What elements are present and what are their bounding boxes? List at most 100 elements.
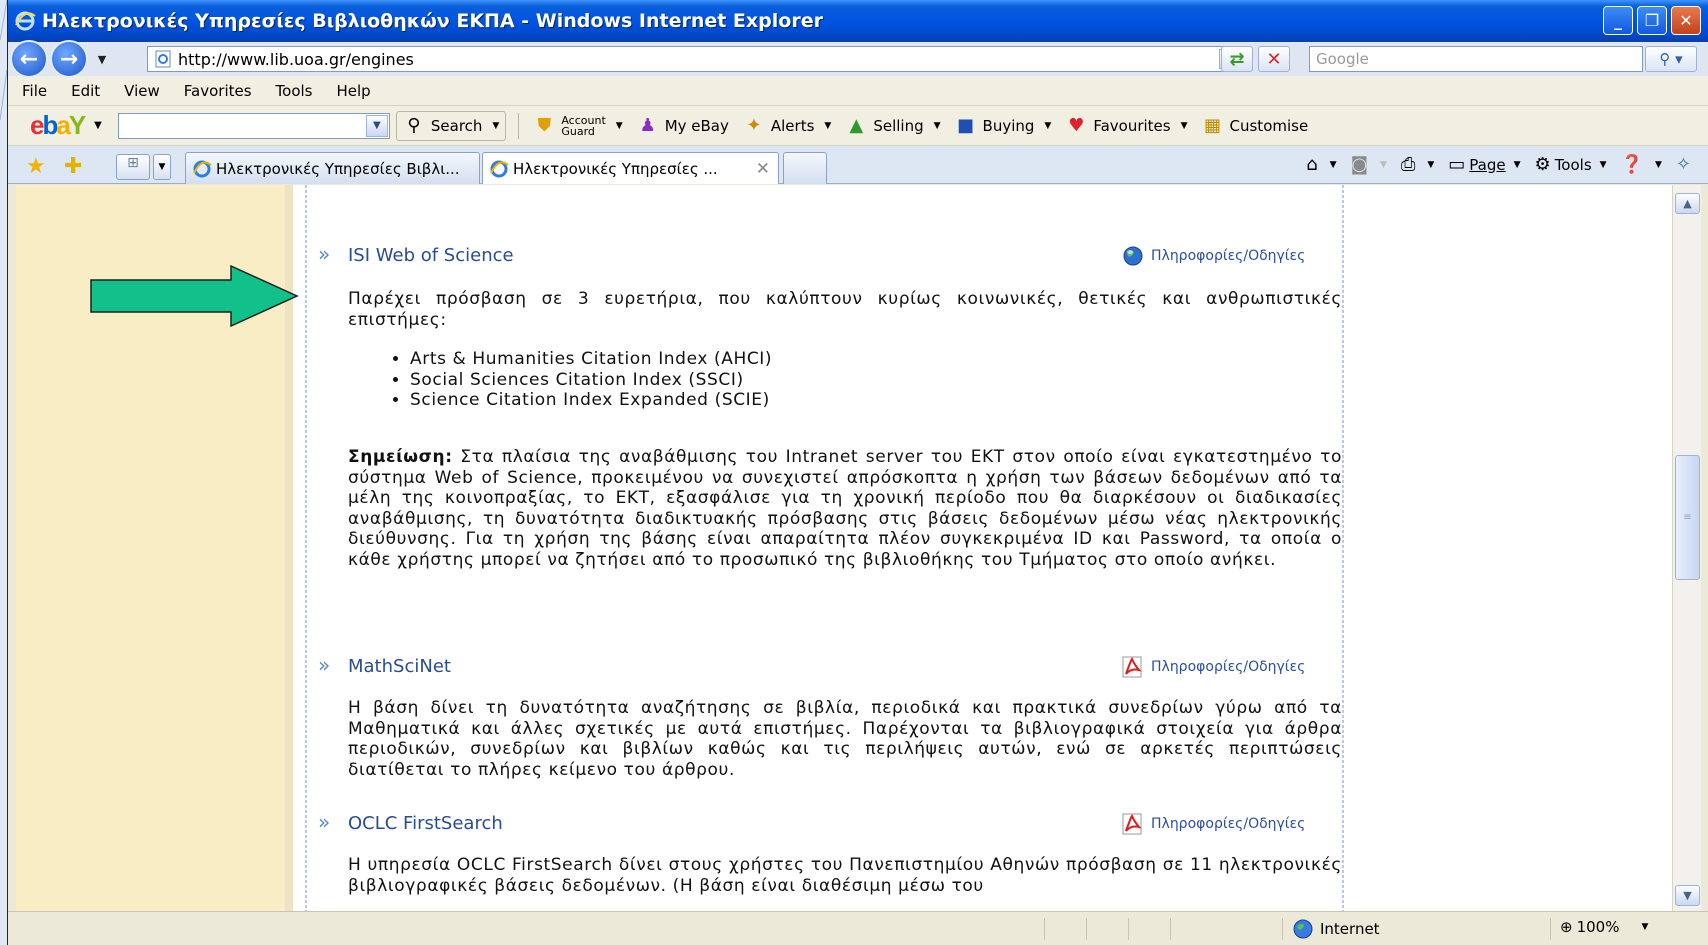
ebay-search-input[interactable]: ▼ (117, 112, 390, 139)
search-input[interactable]: Google (1309, 46, 1643, 72)
ie-page-icon (193, 160, 212, 177)
bell-icon: ✦ (746, 115, 762, 136)
isi-intro-text: Παρέχει πρόσβαση σε 3 ευρετήρια, που καλ… (348, 289, 1342, 330)
slide-edge (0, 0, 7, 945)
customise-icon: ▦ (1204, 115, 1222, 136)
url-text[interactable]: http://www.lib.uoa.gr/engines (178, 50, 414, 69)
zoom-dropdown[interactable]: ▼ (1641, 922, 1648, 932)
refresh-icon: ⇄ (1229, 48, 1245, 70)
page-menu-button[interactable]: ▭ Page ▼ (1448, 154, 1520, 175)
grid-icon: ⊞ (127, 155, 139, 171)
forward-arrow-icon: → (59, 46, 79, 72)
oclc-info-link[interactable]: Πληροφορίες/Οδηγίες (1121, 813, 1305, 835)
scroll-down-button[interactable]: ▼ (1675, 885, 1700, 906)
stop-button[interactable]: ✕ (1258, 46, 1290, 72)
mathscinet-description: Η βάση δίνει τη δυνατότητα αναζήτησης σε… (348, 698, 1342, 780)
chevron-up-icon: ▲ (1683, 197, 1692, 210)
chevron-right-icon: » (318, 242, 331, 266)
ebay-toolbar: ebaY ▼ ▼ ⚲ Search ▼ ⛊ Account Guard ▼ ♟ M… (8, 106, 1708, 146)
history-dropdown[interactable]: ▼ (94, 53, 110, 66)
tab-library-services-2[interactable]: Ηλεκτρονικές Υπηρεσίες ... ✕ (482, 152, 779, 184)
toolbar-separator (518, 112, 520, 139)
tab-list-dropdown[interactable]: ▼ (153, 154, 171, 180)
favorites-center-icon[interactable]: ★ (26, 154, 46, 179)
menu-view[interactable]: View (124, 82, 160, 100)
ebay-search-button[interactable]: ⚲ Search ▼ (395, 110, 507, 141)
ie-page-icon (490, 160, 509, 177)
alerts-button[interactable]: ✦ Alerts ▼ (743, 115, 831, 137)
address-bar[interactable]: http://www.lib.uoa.gr/engines ▼ (147, 46, 1244, 72)
close-tab-icon[interactable]: ✕ (756, 159, 770, 179)
security-zone[interactable]: Internet (1292, 918, 1380, 940)
ebay-logo[interactable]: ebaY (30, 110, 86, 141)
back-arrow-icon: ← (19, 46, 39, 72)
menu-favorites[interactable]: Favorites (184, 82, 252, 100)
selling-button[interactable]: ▲ Selling ▼ (845, 115, 940, 137)
back-button[interactable]: ← (10, 40, 48, 78)
magnifier-icon: ⚲ ▾ (1659, 50, 1683, 68)
menu-tools[interactable]: Tools (276, 82, 313, 100)
stop-icon: ✕ (1266, 48, 1282, 70)
feeds-button[interactable]: ◙ ▼ (1351, 154, 1387, 175)
menu-file[interactable]: File (22, 82, 47, 100)
mathscinet-info-link[interactable]: Πληροφορίες/Οδηγίες (1121, 656, 1305, 678)
content-left-border (305, 185, 307, 911)
quick-tabs-button[interactable]: ⊞ (116, 154, 150, 180)
gear-icon: ⚙ (1534, 154, 1551, 175)
rss-icon: ◙ (1350, 154, 1369, 175)
account-guard-button[interactable]: ⛊ Account Guard ▼ (533, 115, 623, 137)
add-favorites-icon[interactable]: ✚ (64, 154, 82, 179)
oclc-firstsearch-link[interactable]: OCLC FirstSearch (348, 813, 503, 834)
pdf-icon (1122, 656, 1142, 678)
status-bar: Internet ⊕ 100% ▼ (8, 911, 1708, 945)
mathscinet-link[interactable]: MathSciNet (348, 656, 451, 677)
chevron-right-icon: » (318, 653, 331, 677)
shield-icon: ⛊ (537, 115, 552, 136)
isi-info-link[interactable]: Πληροφορίες/Οδηγίες (1121, 245, 1305, 267)
tab-library-services-1[interactable]: Ηλεκτρονικές Υπηρεσίες Βιβλι... (185, 152, 480, 184)
scroll-thumb[interactable]: ≡ (1675, 455, 1700, 580)
ie-logo-icon (15, 11, 36, 31)
heart-icon: ♥ (1068, 115, 1085, 136)
list-item: Social Sciences Citation Index (SSCI) (410, 370, 772, 391)
zoom-level[interactable]: ⊕ 100% ▼ (1560, 918, 1648, 936)
vertical-scrollbar[interactable]: ▲ ≡ ▼ (1672, 185, 1701, 911)
home-button[interactable]: ⌂ ▼ (1306, 154, 1336, 175)
forward-button[interactable]: → (50, 40, 88, 78)
ie-window: Ηλεκτρονικές Υπηρεσίες Βιβλιοθηκών ΕΚΠΑ … (7, 0, 1708, 945)
chevron-down-icon: ▼ (1683, 889, 1692, 902)
selling-bag-icon: ▲ (849, 115, 864, 136)
address-row: ← → ▼ http://www.lib.uoa.gr/engines ▼ ⇄ … (8, 40, 1708, 78)
menu-edit[interactable]: Edit (71, 82, 100, 100)
search-go-button[interactable]: ⚲ ▾ (1645, 46, 1697, 72)
restore-button[interactable]: ❐ (1637, 6, 1667, 35)
page-icon (155, 50, 171, 68)
magnifier-icon: ⚲ (407, 115, 421, 136)
close-button[interactable]: ✕ (1671, 6, 1701, 35)
refresh-button[interactable]: ⇄ (1221, 46, 1253, 72)
command-bar: ⌂ ▼ ◙ ▼ ⎙ ▼ ▭ Page ▼ ⚙ Tools ▼ ❓ ▼ ✧ (1296, 154, 1695, 175)
new-tab-button[interactable] (783, 152, 827, 184)
print-button[interactable]: ⎙ ▼ (1401, 154, 1434, 175)
tools-menu-button[interactable]: ⚙ Tools ▼ (1535, 154, 1607, 175)
oclc-description: Η υπηρεσία OCLC FirstSearch δίνει στους … (348, 855, 1342, 896)
isi-web-of-science-link[interactable]: ISI Web of Science (348, 245, 514, 266)
customise-button[interactable]: ▦ Customise (1202, 115, 1308, 137)
isi-note-text: Σημείωση: Στα πλαίσια της αναβάθμισης το… (348, 447, 1342, 570)
help-button[interactable]: ❓ ▼ (1621, 154, 1662, 175)
my-ebay-button[interactable]: ♟ My eBay (637, 115, 729, 137)
globe-icon (1293, 919, 1313, 939)
page-content: » ISI Web of Science Πληροφορίες/Οδηγίες… (16, 185, 1680, 911)
favourites-button[interactable]: ♥ Favourites ▼ (1065, 115, 1187, 137)
person-icon: ♟ (639, 115, 656, 136)
ebay-search-dropdown[interactable]: ▼ (365, 114, 388, 137)
buying-button[interactable]: ■ Buying ▼ (955, 115, 1051, 137)
minimize-button[interactable]: _ (1603, 6, 1633, 35)
ebay-menu-dropdown[interactable]: ▼ (94, 120, 102, 131)
scroll-up-button[interactable]: ▲ (1675, 193, 1700, 214)
globe-icon (1123, 246, 1143, 266)
tab-row: ★ ✚ ⊞ ▼ Ηλεκτρονικές Υπηρεσίες Βιβλι... … (8, 146, 1708, 184)
zoom-icon: ⊕ (1560, 918, 1573, 936)
research-button[interactable]: ✧ (1676, 154, 1695, 175)
menu-help[interactable]: Help (337, 82, 371, 100)
